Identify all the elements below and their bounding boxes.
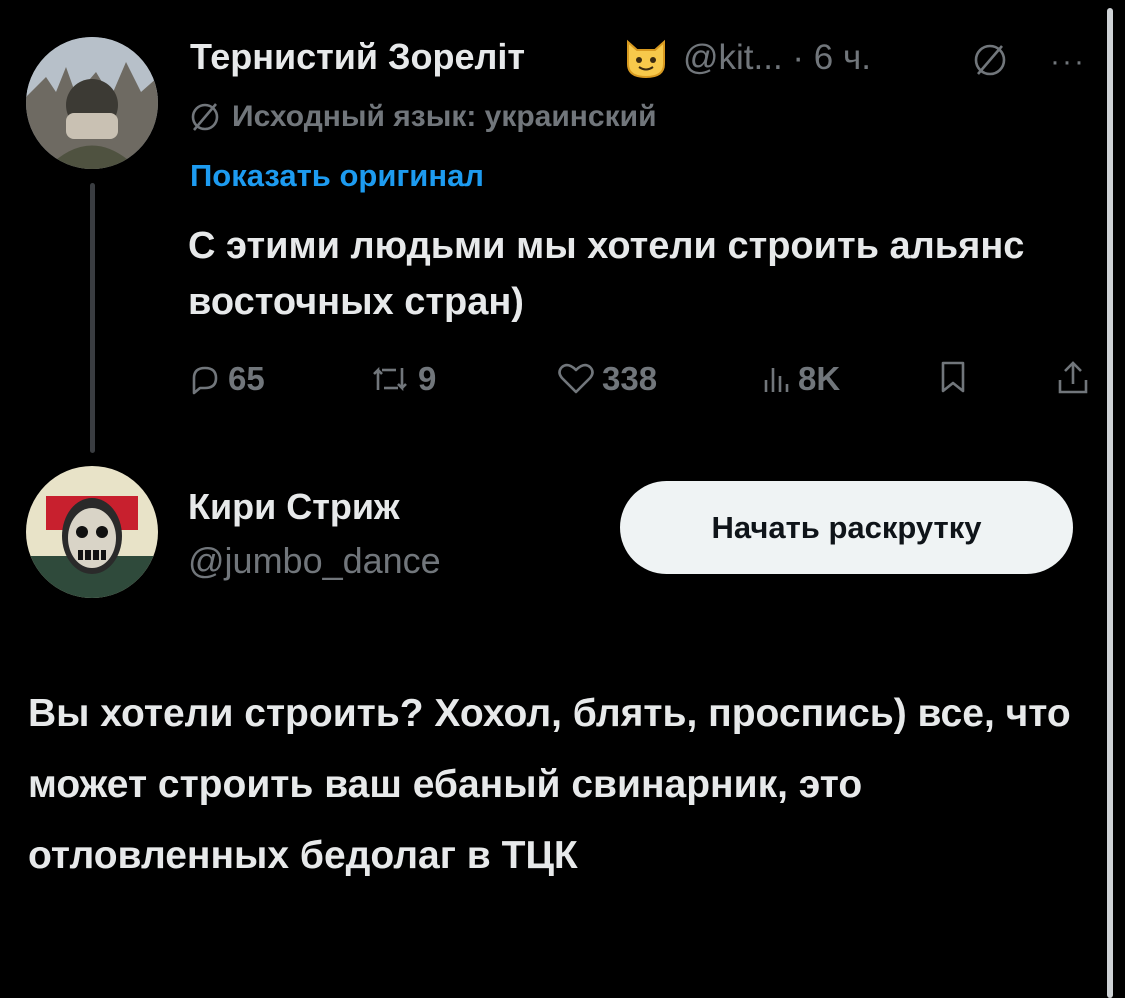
translate-icon (191, 103, 219, 131)
bookmark-button[interactable] (938, 360, 968, 394)
translation-note: Исходный язык: украинский (186, 100, 657, 134)
like-count: 338 (602, 360, 658, 397)
reply-icon (192, 366, 218, 395)
translate-icon[interactable] (966, 42, 1014, 78)
thread-line (90, 183, 95, 453)
reply-author-avatar[interactable] (26, 466, 158, 598)
heart-icon (558, 363, 594, 394)
show-original-link[interactable]: Показать оригинал (190, 158, 484, 194)
bookmark-icon (941, 361, 965, 393)
repost-button[interactable]: 9 (368, 360, 436, 398)
translation-note-text: Исходный язык: украинский (232, 100, 657, 133)
reply-author-handle[interactable]: @jumbo_dance (188, 540, 441, 582)
promote-button[interactable]: Начать раскрутку (620, 481, 1073, 574)
views-count: 8K (798, 360, 841, 397)
reply-count: 65 (228, 360, 265, 397)
repost-icon (373, 366, 407, 392)
reply-text: Вы хотели строить? Хохол, блять, проспис… (28, 692, 1071, 877)
author-avatar[interactable] (26, 37, 158, 169)
share-icon (1058, 361, 1088, 394)
views-button[interactable]: 8K (760, 360, 840, 398)
cat-emoji-icon (623, 34, 669, 80)
tweet-text: С этими людьми мы хотели строить альянс … (188, 225, 1025, 323)
views-icon (764, 368, 789, 392)
repost-count: 9 (418, 360, 437, 397)
reply-author-name[interactable]: Кири Стриж (188, 486, 400, 528)
reply-button[interactable]: 65 (188, 360, 265, 398)
author-name[interactable]: Тернистий Зореліт (190, 36, 525, 78)
like-button[interactable]: 338 (556, 360, 657, 398)
share-button[interactable] (1056, 360, 1090, 396)
more-options-icon[interactable]: ··· (1050, 45, 1086, 79)
scrollbar[interactable] (1107, 8, 1113, 998)
author-handle-time[interactable]: @kit... · 6 ч. (683, 38, 871, 78)
